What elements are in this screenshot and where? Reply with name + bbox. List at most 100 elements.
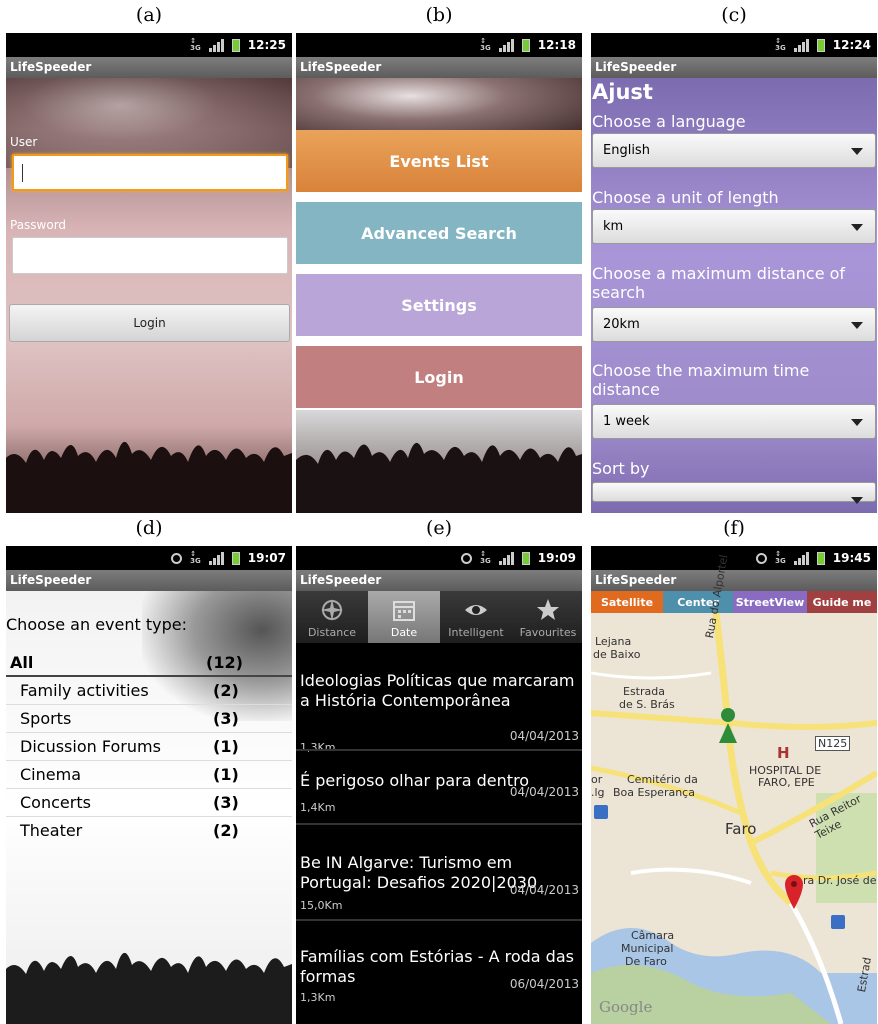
event-marker-icon[interactable] <box>783 873 805 909</box>
star-icon <box>537 599 559 620</box>
map-label: FARO, EPE <box>758 776 815 789</box>
app-title: LifeSpeeder <box>296 57 582 78</box>
network-3g-icon: ↕ 3G <box>480 550 491 565</box>
settings-button[interactable]: Settings <box>296 274 582 336</box>
eye-icon <box>465 605 487 615</box>
time-distance-select[interactable]: 1 week <box>592 404 876 439</box>
tab-label: Favourites <box>519 626 577 639</box>
streetview-button[interactable]: StreetView <box>733 591 807 613</box>
event-type-row[interactable]: Theater (2) <box>6 821 292 845</box>
event-type-row[interactable]: Dicussion Forums (1) <box>6 737 292 761</box>
event-type-row[interactable]: Family activities (2) <box>6 681 292 705</box>
tab-favourites[interactable]: Favourites <box>512 591 582 643</box>
login-button[interactable]: Login <box>9 304 290 342</box>
map-view[interactable]: Satellite Center StreetView Guide me Lej… <box>591 554 877 1024</box>
map-label: Faro <box>725 820 757 838</box>
caption-d: (d) <box>135 517 163 539</box>
list-item[interactable]: Be IN Algarve: Turismo em Portugal: Desa… <box>296 843 582 923</box>
status-bar: ↕ 3G 19:45 <box>591 546 877 570</box>
event-type-row[interactable]: All (12) <box>6 653 292 677</box>
crowd-image <box>296 442 582 513</box>
screen-settings: ↕ 3G 12:24 LifeSpeeder Ajust Choose a lan… <box>591 33 877 513</box>
clock: 12:24 <box>832 38 871 52</box>
user-location-icon[interactable] <box>717 707 739 743</box>
map-label: .lg <box>591 786 605 799</box>
events-list-button[interactable]: Events List <box>296 130 582 192</box>
list-divider <box>296 823 582 825</box>
network-3g-icon: ↕ 3G <box>775 37 786 52</box>
battery-icon <box>816 551 825 565</box>
network-3g-icon: ↕ 3G <box>480 37 491 52</box>
screen-main-menu: ↕ 3G 12:18 LifeSpeeder Events List Advanc… <box>296 33 582 513</box>
event-type-name: All <box>10 653 34 672</box>
tab-label: Intelligent <box>448 626 504 639</box>
screen-map: ↕ 3G 19:45 LifeSpeeder Satellite Center S… <box>591 546 877 1024</box>
event-type-row[interactable]: Concerts (3) <box>6 793 292 817</box>
tab-label: Distance <box>307 626 357 639</box>
language-select[interactable]: English <box>592 133 876 168</box>
caption-b: (b) <box>425 4 453 26</box>
screen-events-list: ↕ 3G 19:09 LifeSpeeder Distance Date Inte… <box>296 546 582 1024</box>
event-distance: 1,3Km <box>300 741 336 754</box>
event-type-name: Theater <box>20 821 83 840</box>
signal-icon <box>793 38 809 52</box>
event-date: 04/04/2013 <box>509 785 579 799</box>
password-label: Password <box>10 218 67 232</box>
signal-icon <box>208 38 224 52</box>
clock: 19:45 <box>832 551 871 565</box>
map-label: H <box>777 744 790 762</box>
advanced-search-button[interactable]: Advanced Search <box>296 202 582 264</box>
time-distance-label: Choose the maximum time distance <box>592 361 810 399</box>
map-label: de S. Brás <box>619 698 675 711</box>
battery-icon <box>521 38 530 52</box>
map-label: De Faro <box>625 955 667 968</box>
distance-label: Choose a maximum distance of search <box>592 264 846 302</box>
guide-me-button[interactable]: Guide me <box>807 591 877 613</box>
crowd-image <box>6 441 292 513</box>
list-item[interactable]: É perigoso olhar para dentro 04/04/2013 … <box>296 761 582 831</box>
map-label: de Baixo <box>593 648 641 661</box>
list-divider <box>296 919 582 921</box>
distance-select[interactable]: 20km <box>592 307 876 342</box>
screen-login: ↕ 3G 12:25 LifeSpeeder User Password Logi… <box>6 33 292 513</box>
language-label: Choose a language <box>592 112 746 131</box>
list-divider <box>296 749 582 751</box>
list-item[interactable]: Ideologias Políticas que marcaram a Hist… <box>296 671 582 754</box>
map-label: Municipal <box>621 942 674 955</box>
login-menu-button[interactable]: Login <box>296 346 582 408</box>
sort-select[interactable] <box>592 482 876 504</box>
clock: 12:18 <box>537 38 576 52</box>
screen-event-types: ↕ 3G 19:07 LifeSpeeder Choose an event ty… <box>6 546 292 1024</box>
event-type-row[interactable]: Sports (3) <box>6 709 292 733</box>
unit-select[interactable]: km <box>592 209 876 244</box>
event-type-count: (1) <box>213 737 239 756</box>
unit-label: Choose a unit of length <box>592 188 779 207</box>
clock: 12:25 <box>247 38 286 52</box>
satellite-button[interactable]: Satellite <box>591 591 663 613</box>
event-type-count: (3) <box>213 709 239 728</box>
tab-date[interactable]: Date <box>368 591 440 643</box>
event-type-row[interactable]: Cinema (1) <box>6 765 292 789</box>
signal-icon <box>208 551 224 565</box>
signal-icon <box>498 38 514 52</box>
battery-icon <box>231 38 240 52</box>
gps-icon <box>171 552 183 564</box>
password-input[interactable] <box>12 237 288 274</box>
battery-icon <box>816 38 825 52</box>
battery-icon <box>521 551 530 565</box>
crowd-image <box>6 952 292 1024</box>
user-input[interactable] <box>12 154 288 191</box>
google-logo: Google <box>599 998 653 1016</box>
tab-distance[interactable]: Distance <box>296 591 368 643</box>
list-item[interactable]: Famílias com Estórias - A roda das forma… <box>296 937 582 1021</box>
event-type-count: (12) <box>206 653 243 672</box>
event-type-count: (2) <box>213 821 239 840</box>
event-type-name: Sports <box>20 709 72 728</box>
map-label: Boa Esperança <box>613 786 695 799</box>
app-title: LifeSpeeder <box>6 57 292 78</box>
network-3g-icon: ↕ 3G <box>190 550 201 565</box>
event-date: 04/04/2013 <box>509 883 579 897</box>
tab-intelligent[interactable]: Intelligent <box>440 591 512 643</box>
caption-e: (e) <box>425 517 453 539</box>
event-type-name: Dicussion Forums <box>20 737 161 756</box>
